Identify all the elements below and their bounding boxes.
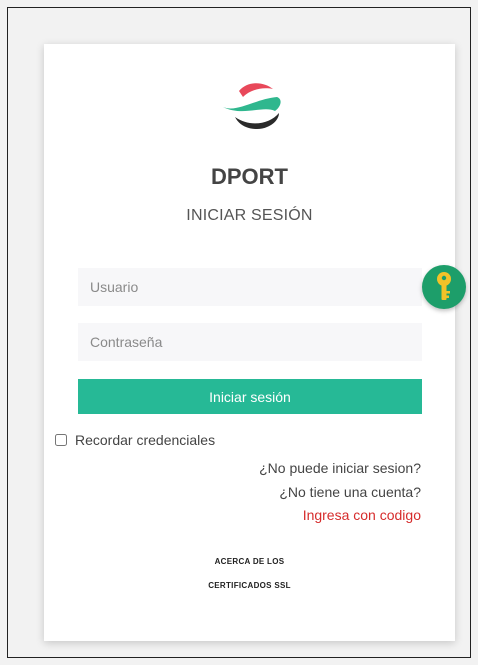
ssl-line-2: CERTIFICADOS SSL <box>208 581 291 590</box>
login-button[interactable]: Iniciar sesión <box>78 379 422 414</box>
key-icon <box>437 272 451 300</box>
password-input[interactable] <box>78 323 422 361</box>
ssl-line-1: ACERCA DE LOS <box>214 557 285 566</box>
key-badge-button[interactable] <box>422 265 466 309</box>
remember-label: Recordar credenciales <box>75 432 216 448</box>
remember-checkbox[interactable] <box>55 434 67 446</box>
username-input[interactable] <box>78 268 422 306</box>
remember-credentials[interactable]: Recordar credenciales <box>55 432 215 448</box>
cant-login-link[interactable]: ¿No puede iniciar sesion? <box>259 460 421 476</box>
page-subtitle: INICIAR SESIÓN <box>186 207 313 224</box>
dport-logo <box>223 83 281 129</box>
login-with-code-link[interactable]: Ingresa con codigo <box>303 507 421 523</box>
login-card: DPORT INICIAR SESIÓN Iniciar sesión Reco… <box>44 44 455 641</box>
no-account-link[interactable]: ¿No tiene una cuenta? <box>279 484 421 500</box>
brand-title: DPORT <box>211 164 288 189</box>
